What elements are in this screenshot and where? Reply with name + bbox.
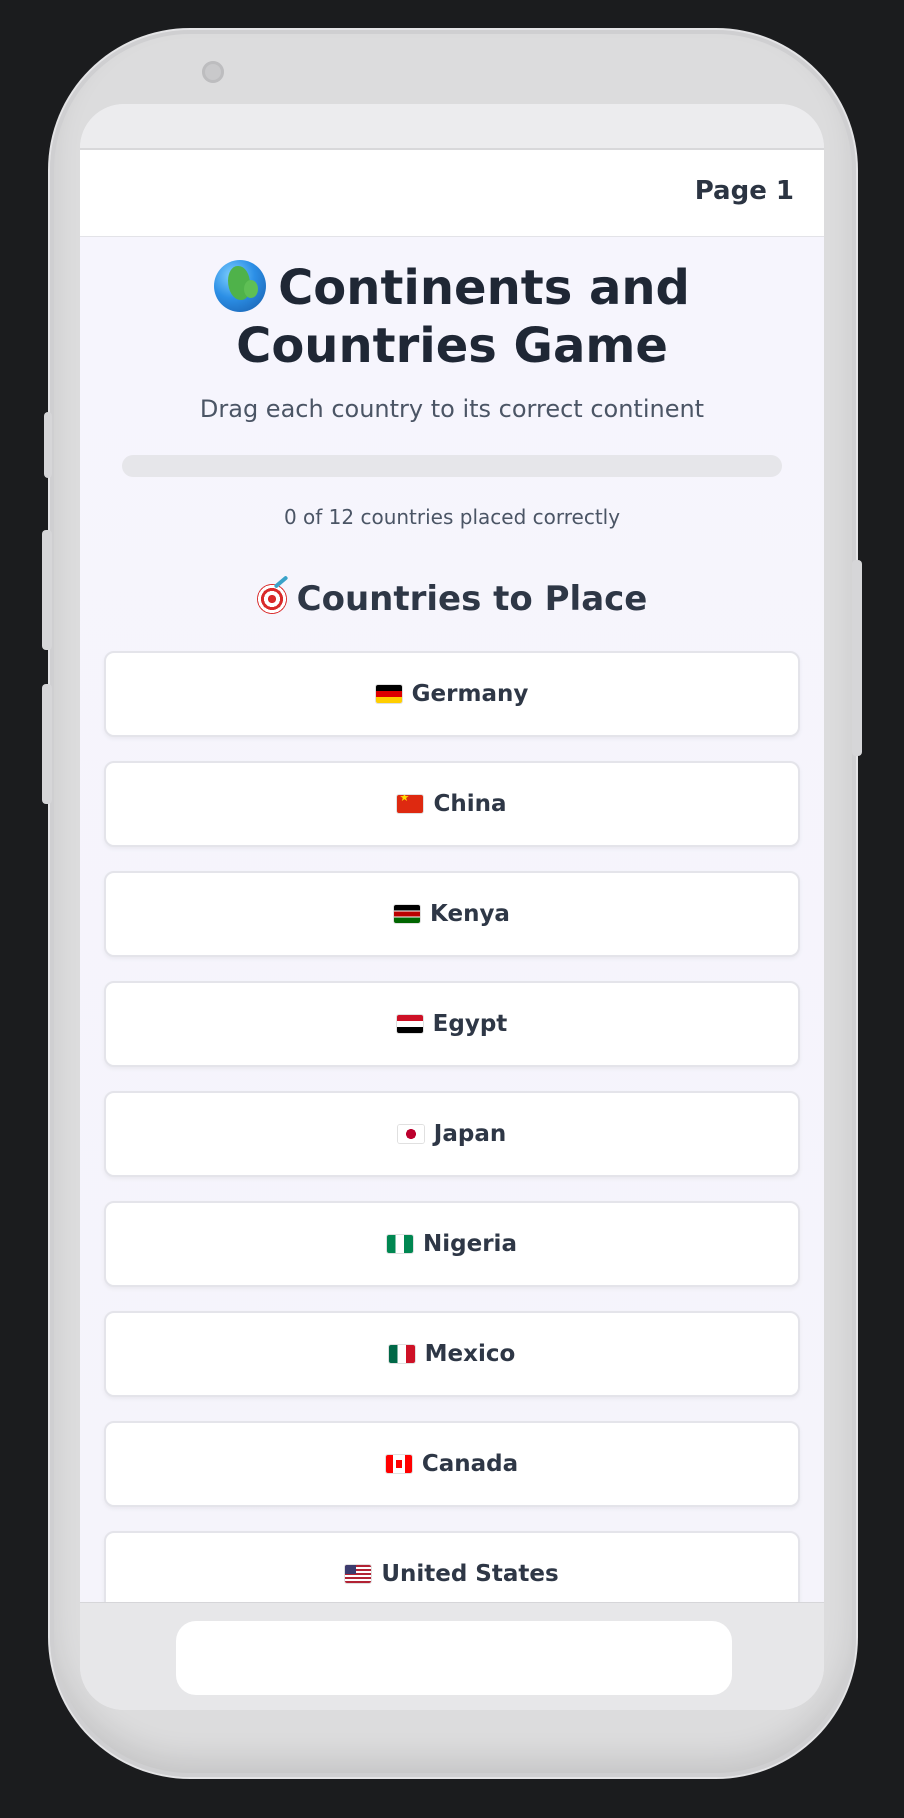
kenya-flag-icon (394, 905, 421, 923)
bottom-bar (80, 1602, 824, 1710)
progress-text: 0 of 12 countries placed correctly (283, 505, 621, 529)
phone-mute-switch (44, 412, 52, 478)
country-card-united-states[interactable]: United States (104, 1531, 800, 1602)
country-name: Japan (433, 1121, 507, 1147)
status-bar (80, 104, 824, 150)
country-name: Nigeria (423, 1231, 517, 1257)
united-states-flag-icon (345, 1565, 372, 1583)
bottom-input-area[interactable] (176, 1621, 732, 1695)
country-card-china[interactable]: China (104, 761, 800, 847)
country-list: Germany China Kenya Egypt Japan Nigeria (104, 651, 800, 1602)
phone-power-button (852, 560, 862, 756)
canada-flag-icon (385, 1455, 412, 1473)
page-subtitle: Drag each country to its correct contine… (199, 395, 705, 423)
germany-flag-icon (375, 685, 402, 703)
section-title-text: Countries to Place (296, 579, 648, 619)
front-camera (202, 61, 224, 83)
china-flag-icon (397, 795, 424, 813)
game-content: Continents and Countries Game Drag each … (80, 237, 824, 1602)
country-card-canada[interactable]: Canada (104, 1421, 800, 1507)
country-card-mexico[interactable]: Mexico (104, 1311, 800, 1397)
country-card-egypt[interactable]: Egypt (104, 981, 800, 1067)
phone-volume-up-button (42, 530, 52, 650)
country-card-germany[interactable]: Germany (104, 651, 800, 737)
nigeria-flag-icon (387, 1235, 414, 1253)
mexico-flag-icon (388, 1345, 415, 1363)
country-card-nigeria[interactable]: Nigeria (104, 1201, 800, 1287)
target-icon (256, 584, 287, 614)
country-name: Kenya (430, 901, 510, 927)
page-title: Continents and Countries Game (80, 259, 824, 375)
country-card-kenya[interactable]: Kenya (104, 871, 800, 957)
country-name: China (433, 791, 507, 817)
egypt-flag-icon (396, 1015, 423, 1033)
progress-bar (122, 455, 782, 477)
globe-icon (214, 260, 267, 312)
country-card-japan[interactable]: Japan (104, 1091, 800, 1177)
japan-flag-icon (397, 1125, 424, 1143)
country-name: Germany (411, 681, 529, 707)
country-name: Egypt (432, 1011, 508, 1037)
app-header: Page 1 (80, 150, 824, 237)
country-name: Canada (421, 1451, 519, 1477)
country-name: Mexico (424, 1341, 516, 1367)
country-name: United States (381, 1561, 559, 1587)
section-title: Countries to Place (80, 579, 824, 619)
page-label: Page 1 (694, 176, 794, 206)
phone-volume-down-button (42, 684, 52, 804)
phone-screen: Page 1 Continents and Countries Game Dra… (80, 104, 824, 1710)
page-title-text: Continents and Countries Game (236, 260, 690, 374)
